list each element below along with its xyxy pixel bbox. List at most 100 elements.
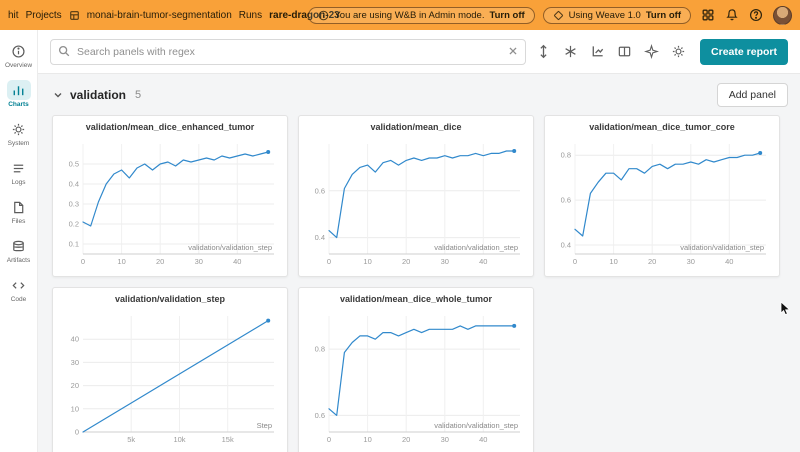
workspace-main: Create report validation 5 Add panel val… [38, 30, 800, 452]
chart-panel[interactable]: validation/mean_dice 0.4 0.6 0 10 20 30 40 vali… [298, 115, 534, 277]
sidebar-item-system[interactable]: System [0, 116, 38, 150]
sidebar-item-artifacts[interactable]: Artifacts [0, 233, 38, 267]
line-chart[interactable]: 0.10.20.30.40.5010203040validation/valid… [57, 137, 283, 272]
svg-text:0.4: 0.4 [315, 233, 325, 242]
project-icon [69, 10, 80, 21]
sidebar-item-label: Code [11, 296, 27, 303]
chart-panel[interactable]: validation/validation_step 0102030405k10… [52, 287, 288, 452]
svg-text:validation/validation_step: validation/validation_step [680, 243, 764, 252]
admin-mode-text: You are using W&B in Admin mode. [334, 10, 484, 21]
database-icon [7, 236, 31, 256]
svg-text:20: 20 [71, 381, 79, 390]
svg-text:40: 40 [71, 335, 79, 344]
panels-toolbar: Create report [38, 30, 800, 74]
panel-layout-icon[interactable] [615, 42, 634, 61]
svg-text:0: 0 [327, 435, 331, 444]
apps-grid-icon[interactable] [701, 8, 715, 22]
workspace-settings-gear-icon[interactable] [669, 42, 688, 61]
breadcrumb: hit Projects monai-brain-tumor-segmentat… [8, 10, 300, 21]
info-icon [7, 41, 31, 61]
sidebar-item-charts[interactable]: Charts [0, 77, 38, 111]
svg-text:40: 40 [233, 257, 241, 266]
chart-title: validation/mean_dice_tumor_core [549, 122, 775, 137]
svg-text:validation/validation_step: validation/validation_step [188, 243, 272, 252]
clear-search-icon[interactable] [506, 44, 520, 63]
svg-text:0.6: 0.6 [561, 196, 571, 205]
chart-panel[interactable]: validation/mean_dice_enhanced_tumor 0.10… [52, 115, 288, 277]
sidebar-item-label: Logs [11, 179, 25, 186]
svg-text:40: 40 [479, 257, 487, 266]
svg-text:20: 20 [402, 435, 410, 444]
sidebar-item-label: Files [12, 218, 26, 225]
user-avatar[interactable] [773, 6, 792, 25]
sparkle-icon[interactable] [642, 42, 661, 61]
axis-settings-icon[interactable] [588, 42, 607, 61]
topbar-projects-link[interactable]: Projects [26, 10, 62, 21]
weave-turn-off-link[interactable]: Turn off [646, 10, 681, 21]
sidebar-item-files[interactable]: Files [0, 194, 38, 228]
chart-title: validation/mean_dice_enhanced_tumor [57, 122, 283, 137]
svg-text:30: 30 [441, 257, 449, 266]
chart-panel[interactable]: validation/mean_dice_tumor_core 0.40.60.… [544, 115, 780, 277]
search-box [50, 39, 526, 65]
svg-text:validation/validation_step: validation/validation_step [434, 243, 518, 252]
svg-text:0.4: 0.4 [69, 180, 79, 189]
svg-text:0: 0 [75, 428, 79, 437]
breadcrumb-project[interactable]: monai-brain-tumor-segmentation [87, 10, 232, 21]
topbar-user-text[interactable]: hit [8, 10, 19, 21]
line-chart[interactable]: 0102030405k10k15kStep [57, 309, 283, 450]
topbar-right-group: Using Weave 1.0 Turn off [543, 6, 792, 25]
sidebar-item-overview[interactable]: Overview [0, 38, 38, 72]
search-input[interactable] [50, 39, 526, 65]
file-icon [7, 197, 31, 217]
sidebar-item-logs[interactable]: Logs [0, 155, 38, 189]
sidebar-item-code[interactable]: Code [0, 272, 38, 306]
line-chart[interactable]: 0.60.8010203040validation/validation_ste… [303, 309, 529, 450]
search-icon [57, 44, 71, 63]
section-header: validation 5 Add panel [38, 74, 800, 113]
svg-text:10: 10 [117, 257, 125, 266]
svg-text:0: 0 [573, 257, 577, 266]
svg-text:20: 20 [156, 257, 164, 266]
svg-text:30: 30 [195, 257, 203, 266]
panel-grid: validation/mean_dice_enhanced_tumor 0.10… [38, 113, 800, 452]
chart-panel[interactable]: validation/mean_dice_whole_tumor 0.60.80… [298, 287, 534, 452]
svg-text:10: 10 [363, 435, 371, 444]
svg-text:0: 0 [81, 257, 85, 266]
create-report-button[interactable]: Create report [700, 39, 788, 65]
svg-text:10: 10 [363, 257, 371, 266]
weave-icon [553, 10, 564, 21]
svg-text:0.5: 0.5 [69, 160, 79, 169]
svg-text:0.1: 0.1 [69, 240, 79, 249]
svg-text:0: 0 [327, 257, 331, 266]
weave-banner: Using Weave 1.0 Turn off [543, 7, 691, 24]
svg-text:0.4: 0.4 [561, 241, 571, 250]
code-icon [7, 275, 31, 295]
chart-title: validation/validation_step [57, 294, 283, 309]
sidebar-item-label: Artifacts [7, 257, 30, 264]
svg-text:Step: Step [257, 421, 272, 430]
freeze-panels-icon[interactable] [561, 42, 580, 61]
line-chart[interactable]: 0.40.60.8010203040validation/validation_… [549, 137, 775, 272]
svg-text:40: 40 [725, 257, 733, 266]
line-chart[interactable]: 0.4 0.6 0 10 20 30 40 validation/validation_ste… [303, 137, 529, 272]
topbar: hit Projects monai-brain-tumor-segmentat… [0, 0, 800, 30]
svg-text:20: 20 [402, 257, 410, 266]
chevron-down-icon[interactable] [52, 89, 64, 101]
breadcrumb-runs[interactable]: Runs [239, 10, 262, 21]
admin-mode-banner: You are using W&B in Admin mode. Turn of… [308, 7, 534, 24]
svg-text:20: 20 [648, 257, 656, 266]
panel-height-icon[interactable] [534, 42, 553, 61]
sidebar-item-label: Charts [8, 101, 29, 108]
add-panel-button[interactable]: Add panel [717, 83, 788, 107]
logs-list-icon [7, 158, 31, 178]
chart-title: validation/mean_dice [303, 122, 529, 137]
svg-text:10k: 10k [173, 435, 185, 444]
help-icon[interactable] [749, 8, 763, 22]
svg-text:0.6: 0.6 [315, 186, 325, 195]
notifications-bell-icon[interactable] [725, 8, 739, 22]
sidebar-item-label: Overview [5, 62, 32, 69]
admin-turn-off-link[interactable]: Turn off [489, 10, 524, 21]
sidebar-item-label: System [8, 140, 30, 147]
section-title[interactable]: validation [70, 88, 126, 102]
